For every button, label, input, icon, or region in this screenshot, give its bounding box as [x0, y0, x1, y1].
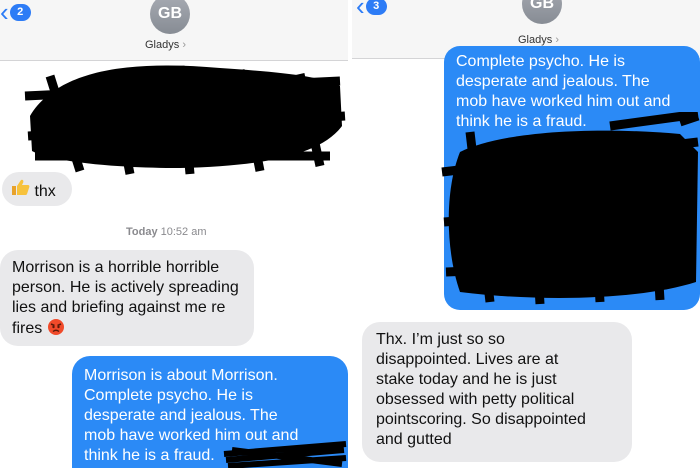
contact-name: Gladys [145, 39, 180, 51]
sent-message-line: desperate and jealous. The [456, 73, 650, 90]
unread-badge: 2 [9, 3, 31, 21]
conversation-header: ‹ 2 GB Gladys › [0, 0, 348, 61]
contact-name-button[interactable]: Gladys › [145, 39, 186, 51]
received-message-bubble[interactable]: Thx. I’m just so so disappointed. Lives … [362, 322, 632, 462]
contact-name-button[interactable]: Gladys › [518, 34, 559, 46]
redaction-scribble [223, 441, 347, 468]
angry-face-emoji-icon [47, 318, 65, 339]
received-message-line: Thx. I’m just so so [376, 331, 505, 348]
received-message-bubble[interactable]: Morrison is a horrible horrible person. … [0, 250, 254, 346]
redaction-scribble [24, 65, 346, 175]
received-message-line: stake today and he is just [376, 371, 557, 388]
received-message-line: pointscoring. So disappointed [376, 411, 586, 428]
chevron-left-icon: ‹ [0, 0, 9, 27]
timestamp-time: 10:52 am [160, 226, 207, 238]
unread-badge: 3 [365, 0, 387, 15]
avatar[interactable]: GB [150, 0, 190, 34]
received-message-line: disappointed. Lives are at [376, 351, 559, 368]
chevron-left-icon: ‹ [356, 0, 365, 21]
received-message-line: and gutted [376, 431, 452, 448]
received-message-line: obsessed with petty political [376, 391, 575, 408]
left-screenshot: ‹ 2 GB Gladys › thx Today 10:52 am Morri… [0, 0, 348, 468]
message-timestamp: Today 10:52 am [126, 226, 207, 238]
sent-message-line: mob have worked him out and [456, 93, 671, 110]
right-screenshot: ‹ 3 GB Gladys › Complete psycho. He is d… [352, 0, 700, 468]
thumbs-up-emoji-icon [10, 178, 30, 202]
contact-name: Gladys [518, 34, 553, 46]
redaction-scribble [441, 112, 700, 305]
sent-message-line: desperate and jealous. The [84, 407, 278, 424]
reaction-message-text: thx [34, 183, 56, 200]
back-button[interactable]: ‹ 3 [356, 0, 387, 21]
sent-message-line: Complete psycho. He is [84, 387, 253, 404]
chevron-right-icon: › [555, 34, 559, 46]
avatar[interactable]: GB [522, 0, 562, 24]
sent-message-line: Complete psycho. He is [456, 53, 625, 70]
back-button[interactable]: ‹ 2 [0, 0, 31, 27]
sent-message-line: Morrison is about Morrison. [84, 367, 278, 384]
chevron-right-icon: › [182, 39, 186, 51]
timestamp-day: Today [126, 226, 158, 238]
reaction-message-bubble[interactable]: thx [2, 172, 72, 206]
